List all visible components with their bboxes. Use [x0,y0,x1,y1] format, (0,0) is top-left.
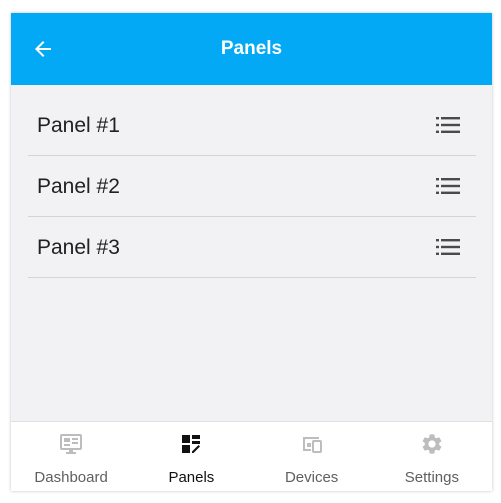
nav-label-dashboard: Dashboard [34,469,108,486]
panel-label: Panel #2 [37,175,120,198]
app-bar: Panels [11,13,492,85]
bottom-navigation: Dashboard Panels Devices Settings [11,421,492,491]
list-menu-icon[interactable] [436,176,460,196]
nav-label-settings: Settings [404,469,459,486]
list-item-panel-1[interactable]: Panel #1 [28,95,476,156]
nav-item-dashboard[interactable]: Dashboard [11,422,131,491]
list-menu-icon[interactable] [436,115,460,135]
nav-item-panels[interactable]: Panels [131,422,251,491]
nav-item-settings[interactable]: Settings [372,422,492,491]
panel-label: Panel #3 [37,236,120,259]
dashboard-icon [60,434,83,454]
list-item-panel-3[interactable]: Panel #3 [28,217,476,278]
panel-label: Panel #1 [37,114,120,137]
app-window: Panels Panel #1 Panel #2 Panel #3 Dashbo… [11,13,492,491]
devices-icon [302,437,322,453]
list-menu-icon[interactable] [436,237,460,257]
nav-label-devices: Devices [284,469,339,486]
list-item-panel-2[interactable]: Panel #2 [28,156,476,217]
panels-icon [182,435,201,453]
nav-item-devices[interactable]: Devices [252,422,372,491]
gear-icon [422,434,442,454]
nav-label-panels: Panels [168,469,215,486]
page-title: Panels [220,38,283,59]
panel-list: Panel #1 Panel #2 Panel #3 [28,95,476,278]
